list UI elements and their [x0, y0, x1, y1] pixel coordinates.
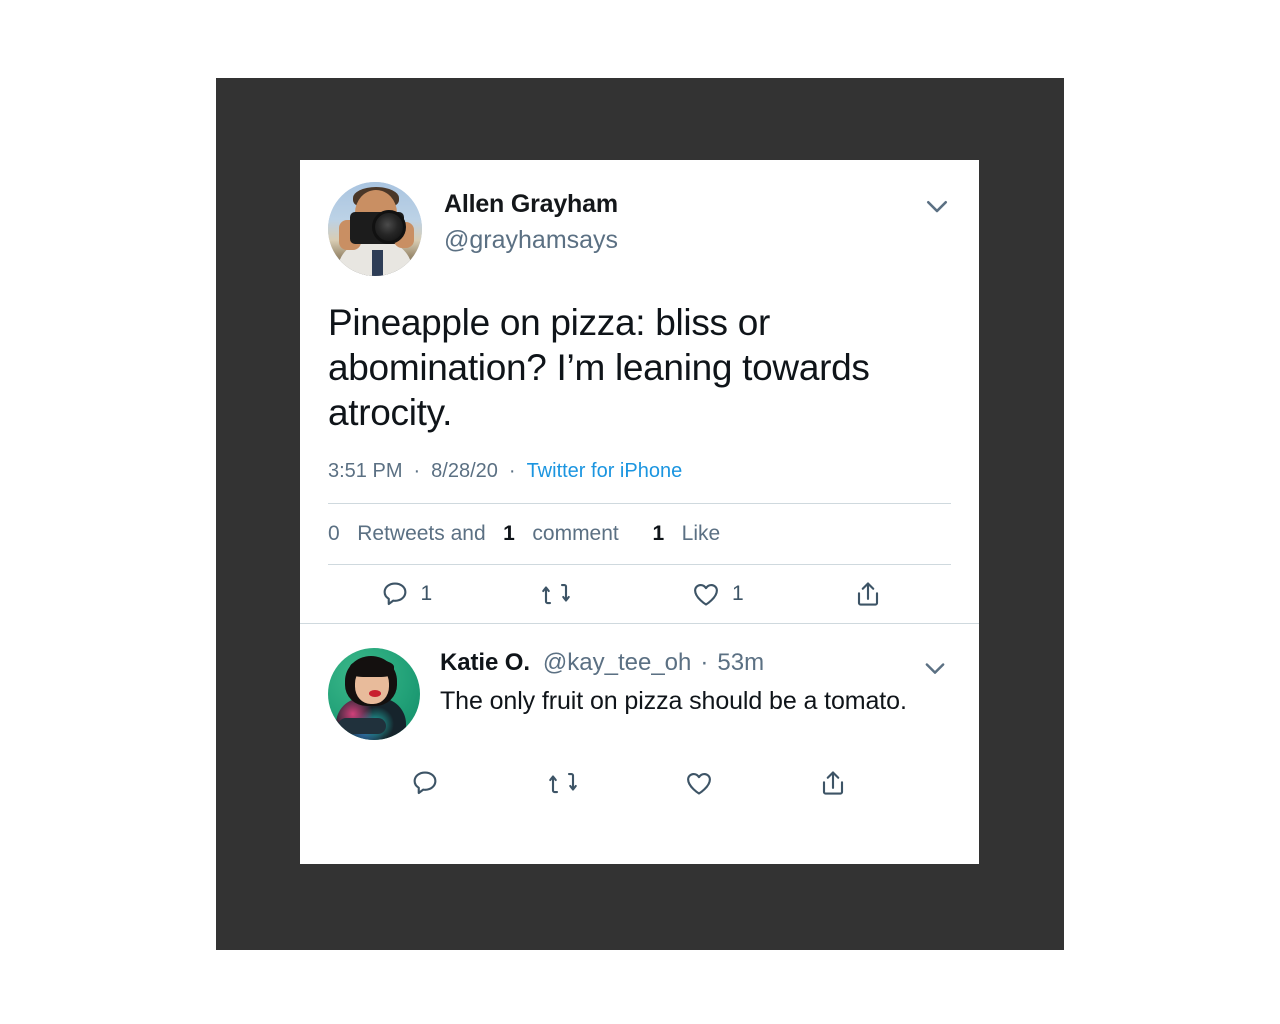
- retweet-button[interactable]: [484, 579, 640, 609]
- identity-block: Allen Grayham @grayhamsays: [444, 182, 618, 256]
- tweet-action-bar: 1 1: [300, 565, 979, 623]
- reply-timestamp[interactable]: 53m: [717, 648, 764, 678]
- reply-share-button[interactable]: [818, 768, 859, 798]
- reply-display-name: Katie O.: [440, 649, 530, 677]
- engagement-stats: 0 Retweets and 1 comment 1 Like: [300, 504, 979, 564]
- reply-handle[interactable]: @kay_tee_oh: [543, 648, 691, 678]
- meta-separator-1: ·: [413, 460, 421, 483]
- reply-menu-button[interactable]: [917, 650, 953, 686]
- avatar-camera-lens: [372, 210, 406, 244]
- like-icon: [694, 584, 718, 606]
- tweet-text: Pineapple on pizza: bliss or abomination…: [328, 302, 870, 434]
- tweet-card: Allen Grayham @grayhamsays Pineapple on …: [300, 160, 979, 864]
- like-count: 1: [732, 582, 744, 606]
- reply-tweet: Katie O. @kay_tee_oh · 53m The only frui…: [300, 624, 979, 750]
- tweet-time: 3:51 PM: [328, 460, 403, 483]
- user-handle[interactable]: @grayhamsays: [444, 225, 618, 256]
- reply-icon: [413, 771, 437, 795]
- reply-separator: ·: [700, 649, 709, 677]
- comments-label: comment: [532, 522, 619, 546]
- share-icon: [857, 582, 878, 606]
- tweet-source-link[interactable]: Twitter for iPhone: [527, 460, 683, 483]
- comments-count: 1: [503, 522, 515, 546]
- reply-like-button[interactable]: [684, 768, 818, 798]
- retweets-label: Retweets and: [357, 522, 486, 546]
- page-root: Allen Grayham @grayhamsays Pineapple on …: [0, 0, 1280, 1024]
- tweet-date: 8/28/20: [431, 460, 498, 483]
- reply-button[interactable]: 1: [328, 579, 484, 609]
- tweet-header: Allen Grayham @grayhamsays: [300, 160, 979, 276]
- reply-content: Katie O. @kay_tee_oh · 53m The only frui…: [440, 648, 955, 740]
- likes-count: 1: [652, 522, 665, 546]
- reply-header: Katie O. @kay_tee_oh · 53m: [440, 648, 955, 678]
- avatar[interactable]: [328, 182, 422, 276]
- reply-avatar-arm: [338, 718, 386, 735]
- like-icon: [687, 773, 711, 795]
- meta-separator-2: ·: [508, 460, 516, 483]
- retweets-count: 0: [328, 522, 340, 546]
- reply-action-bar: [300, 750, 979, 820]
- main-tweet: Allen Grayham @grayhamsays Pineapple on …: [300, 160, 979, 623]
- reply-avatar-bangs: [350, 660, 394, 678]
- tweet-menu-button[interactable]: [917, 186, 957, 226]
- chevron-down-icon: [926, 200, 948, 213]
- reply-retweet-button[interactable]: [548, 768, 684, 798]
- reply-icon: [383, 582, 406, 606]
- avatar-tie: [372, 250, 383, 276]
- chevron-down-icon: [925, 663, 945, 675]
- share-icon: [822, 771, 844, 795]
- likes-label: Like: [681, 522, 721, 546]
- reply-reply-button[interactable]: [410, 768, 548, 798]
- retweet-icon: [549, 773, 577, 794]
- reply-avatar[interactable]: [328, 648, 420, 741]
- reply-text: The only fruit on pizza should be a toma…: [440, 687, 907, 716]
- share-button[interactable]: [795, 579, 951, 609]
- tweet-metadata: 3:51 PM · 8/28/20 · Twitter for iPhone: [300, 435, 979, 503]
- like-button[interactable]: 1: [640, 579, 796, 609]
- retweet-icon: [542, 584, 570, 605]
- reply-count: 1: [420, 582, 433, 606]
- display-name: Allen Grayham: [444, 190, 618, 218]
